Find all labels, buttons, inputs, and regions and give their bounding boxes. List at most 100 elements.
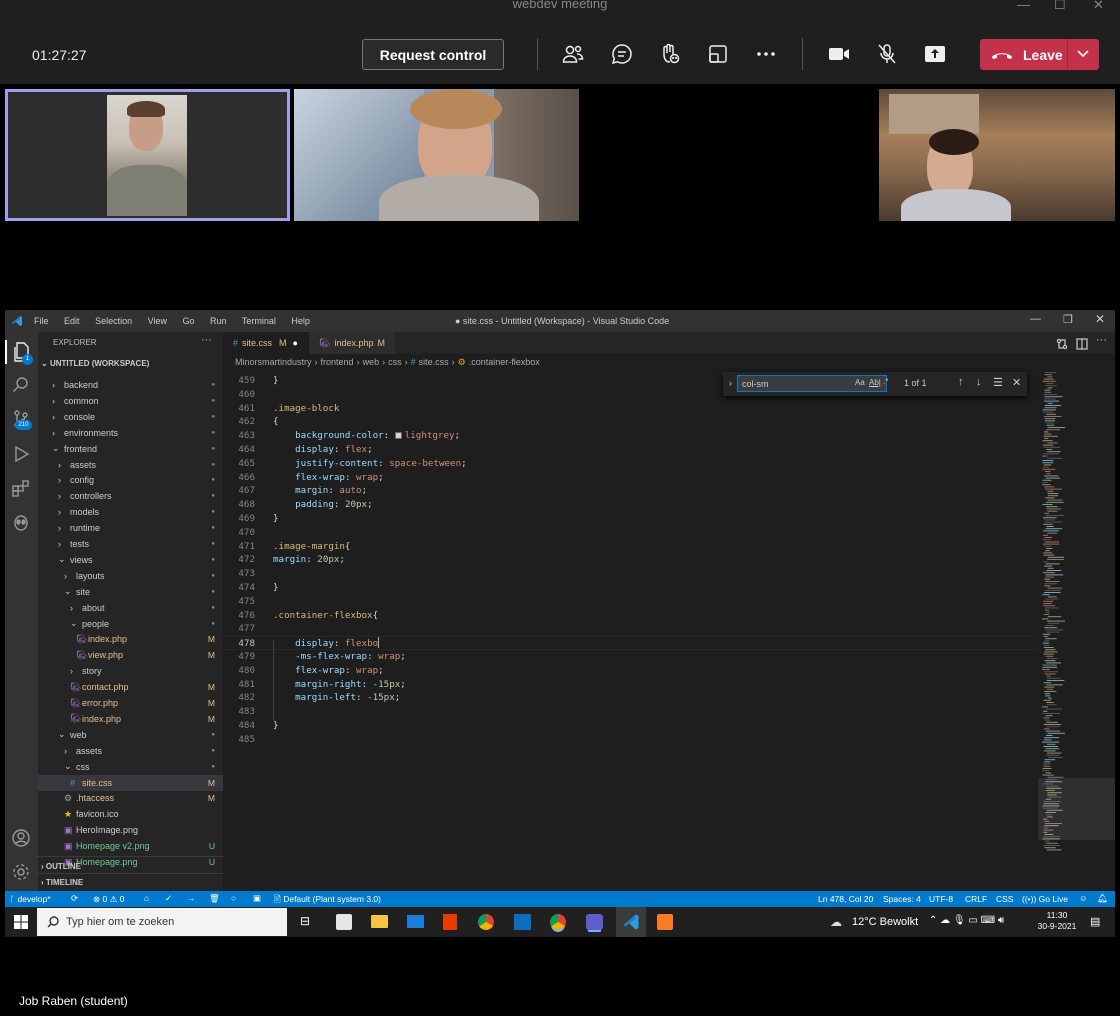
match-word-icon[interactable]: Ab| (869, 378, 881, 387)
store-icon[interactable] (336, 914, 352, 930)
code-line[interactable]: 461 .image-block (223, 402, 1038, 416)
tree-file[interactable]: 🐘︎ view.php M (38, 647, 223, 663)
code-line-current[interactable]: 478 display: flexbo (223, 636, 1038, 650)
search-icon[interactable] (12, 376, 30, 394)
encoding[interactable]: UTF-8 (929, 894, 953, 904)
close-icon[interactable]: ✕ (1095, 312, 1105, 326)
code-line[interactable]: 471 .image-margin{ (223, 540, 1038, 554)
go-live-button[interactable]: ((•)) Go Live (1022, 894, 1068, 904)
mail-icon[interactable] (407, 915, 424, 928)
trash-icon[interactable]: 🗑︎ (209, 893, 220, 904)
minimize-icon[interactable]: — (1017, 0, 1030, 12)
sync-icon[interactable]: ⟳ (71, 893, 78, 904)
code-line[interactable]: 473 (223, 567, 1038, 581)
regex-icon[interactable]: .* (883, 377, 888, 386)
tree-folder[interactable]: › console ● (38, 409, 223, 425)
arrow-right-icon[interactable]: → (187, 893, 196, 903)
code-line[interactable]: 475 (223, 595, 1038, 609)
tree-folder[interactable]: › assets ● (38, 457, 223, 473)
menu-item[interactable]: View (148, 316, 167, 326)
close-icon[interactable]: ✕ (1093, 0, 1104, 13)
previous-match-icon[interactable]: ↑ (958, 376, 964, 388)
menu-item[interactable]: Help (291, 316, 310, 326)
tab-site-css[interactable]: # site.css M ● (223, 332, 309, 354)
video-tile[interactable] (879, 89, 1115, 221)
editor-more-icon[interactable]: ··· (1096, 334, 1107, 346)
code-line[interactable]: 476 .container-flexbox{ (223, 609, 1038, 623)
chevron-down-icon[interactable] (1076, 45, 1090, 63)
maximize-icon[interactable]: ☐ (1054, 0, 1066, 13)
code-line[interactable]: 484} (223, 719, 1038, 733)
windows-start-icon[interactable] (14, 915, 28, 929)
tree-folder[interactable]: › story (38, 663, 223, 679)
code-line[interactable]: 483 (223, 705, 1038, 719)
tree-folder[interactable]: › assets ● (38, 743, 223, 759)
tree-file[interactable]: ★ favicon.ico (38, 806, 223, 822)
code-line[interactable]: 468 padding: 20px; (223, 498, 1038, 512)
tree-folder[interactable]: ⌄ frontend ● (38, 441, 223, 457)
task-view-icon[interactable]: ⊟ (300, 914, 310, 928)
tree-folder[interactable]: › environments ● (38, 425, 223, 441)
line-endings[interactable]: CRLF (965, 894, 987, 904)
find-in-selection-icon[interactable]: ☰ (993, 376, 1003, 389)
menu-item[interactable]: Selection (95, 316, 132, 326)
run-debug-icon[interactable] (12, 445, 30, 463)
tree-folder[interactable]: ⌄ css ● (38, 759, 223, 775)
next-match-icon[interactable]: ↓ (976, 376, 982, 388)
code-line[interactable]: 481 margin-right: -15px; (223, 678, 1038, 692)
tree-folder[interactable]: › config ● (38, 472, 223, 488)
code-line[interactable]: 462 { (223, 415, 1038, 429)
workspace-header[interactable]: ⌄ UNTITLED (WORKSPACE) (41, 359, 149, 368)
tree-folder[interactable]: › about ● (38, 600, 223, 616)
tree-file[interactable]: 🐘︎ index.php M (38, 711, 223, 727)
match-case-icon[interactable]: Aa (855, 378, 865, 387)
plant-system-indicator[interactable]: 🗎︎ Default (Plant system 3.0) (274, 894, 381, 908)
tree-file[interactable]: # site.css M (38, 774, 223, 791)
teams-icon[interactable] (586, 914, 603, 930)
restore-icon[interactable]: ❐ (1063, 313, 1073, 326)
code-line[interactable]: 467 margin: auto; (223, 484, 1038, 498)
bulb-icon[interactable]: ○ (231, 893, 236, 903)
code-line[interactable]: 480 flex-wrap: wrap; (223, 664, 1038, 678)
indentation[interactable]: Spaces: 4 (883, 894, 921, 904)
menu-item[interactable]: Go (182, 316, 194, 326)
code-line[interactable]: 479 -ms-flex-wrap: wrap; (223, 650, 1038, 664)
tree-folder[interactable]: ⌄ people ● (38, 616, 223, 632)
code-line[interactable]: 485 (223, 733, 1038, 747)
open-changes-icon[interactable] (1056, 338, 1068, 350)
menu-item[interactable]: File (34, 316, 49, 326)
code-line[interactable]: 474} (223, 581, 1038, 595)
terminal-icon[interactable]: ▣ (253, 893, 261, 904)
unsaved-dot-icon[interactable]: ● (293, 338, 298, 348)
code-editor[interactable]: 459} 460 461 .image-block 462 {463 background… (223, 370, 1038, 889)
tray-icons[interactable]: ⌃ ☁ 🎙︎ ▭ ⌨ 🔊︎ (929, 915, 1004, 926)
tab-index-php[interactable]: 🐘︎ index.php M (309, 332, 395, 354)
cursor-position[interactable]: Ln 478, Col 20 (818, 894, 873, 904)
microphone-muted-icon[interactable] (872, 39, 902, 69)
problems-indicator[interactable]: ⊗ 0 ⚠ 0 (93, 894, 124, 905)
account-icon[interactable] (12, 829, 30, 847)
weather-text[interactable]: 12°C Bewolkt (852, 916, 918, 928)
tree-file[interactable]: 🐘︎ error.php M (38, 695, 223, 711)
menu-item[interactable]: Run (210, 316, 227, 326)
toggle-replace-icon[interactable]: › (729, 378, 732, 388)
menu-item[interactable]: Edit (64, 316, 80, 326)
file-explorer-icon[interactable] (371, 915, 388, 928)
tree-folder[interactable]: › backend ● (38, 377, 223, 393)
tree-file[interactable]: ▣ Homepage v2.png U (38, 838, 223, 854)
code-line[interactable]: 463 background-color: lightgrey; (223, 429, 1038, 443)
video-tile-active[interactable] (5, 89, 290, 221)
color-swatch[interactable] (394, 432, 402, 440)
minimap-slider[interactable] (1038, 778, 1115, 840)
explorer-more-icon[interactable]: ··· (201, 334, 212, 346)
camera-icon[interactable] (824, 39, 854, 69)
video-tile[interactable] (294, 89, 579, 221)
home-icon[interactable]: ⌂ (144, 893, 149, 903)
branch-indicator[interactable]: ᚴ develop* (10, 894, 51, 904)
split-editor-icon[interactable] (1076, 338, 1088, 350)
vscode-taskbar-button[interactable] (616, 907, 646, 937)
outline-section[interactable]: › OUTLINE (41, 862, 81, 871)
office-icon[interactable] (443, 914, 457, 930)
raise-hand-icon[interactable] (655, 39, 685, 69)
tree-folder[interactable]: ⌄ views ● (38, 552, 223, 568)
